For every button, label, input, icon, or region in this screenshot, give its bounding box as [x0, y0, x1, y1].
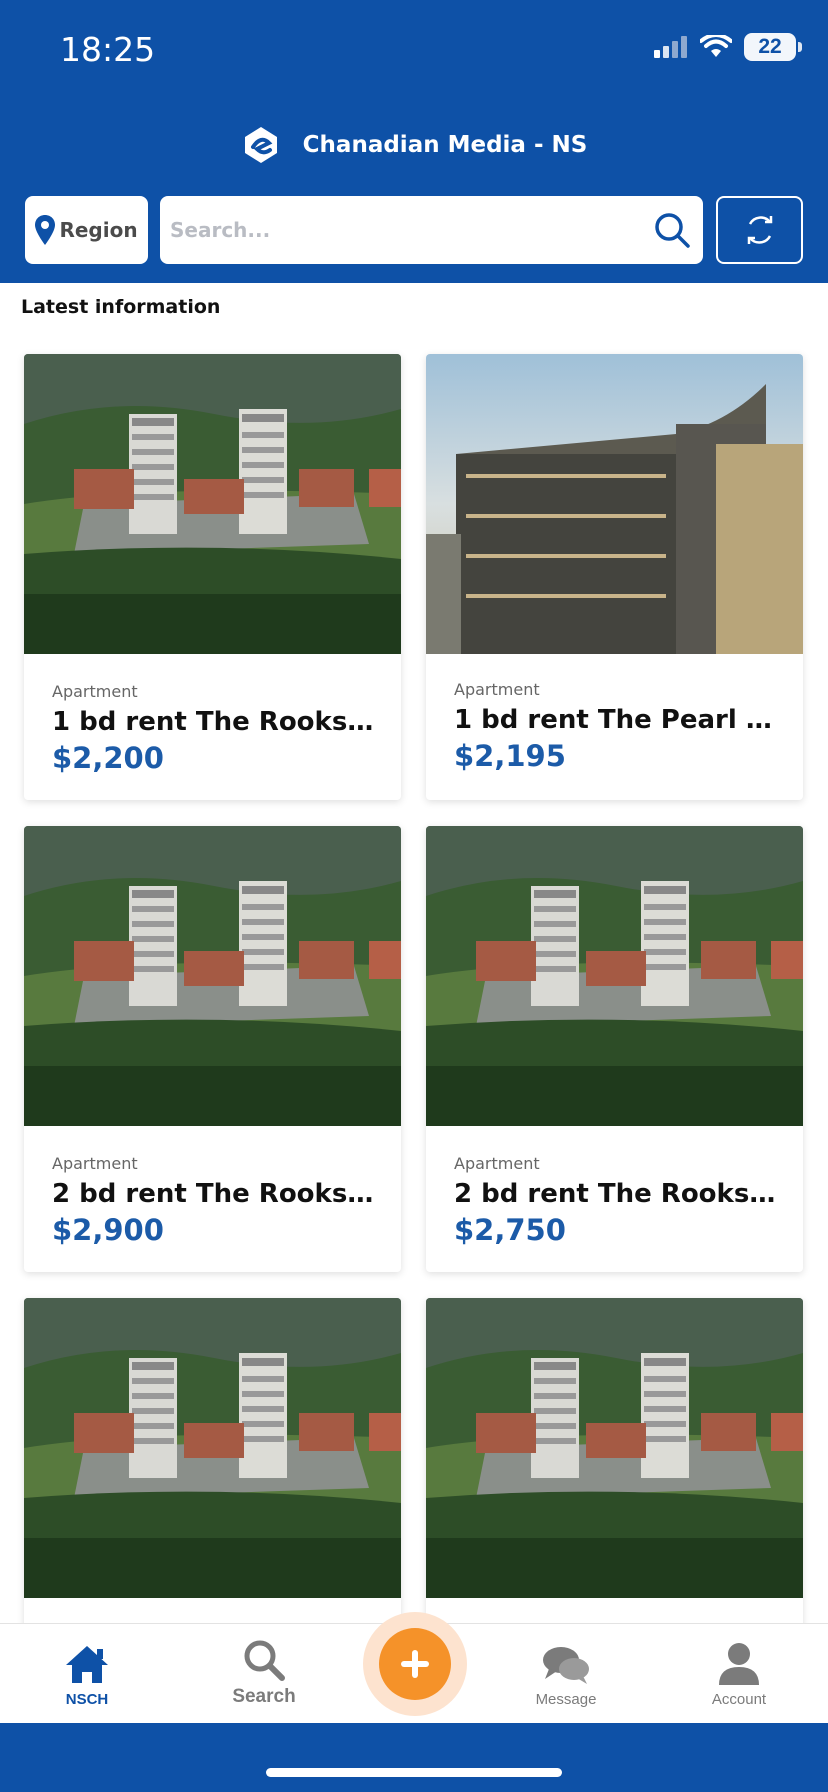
- listing-price: $2,750: [454, 1213, 566, 1247]
- listing-category: Apartment: [52, 682, 138, 701]
- listing-image: [24, 354, 401, 654]
- home-indicator[interactable]: [266, 1768, 562, 1777]
- listing-image: [426, 826, 803, 1126]
- bottom-safe-area: [0, 1723, 828, 1792]
- listing-category: Apartment: [454, 1154, 540, 1173]
- tab-account[interactable]: Account: [669, 1624, 809, 1724]
- listing-price: $2,900: [52, 1213, 164, 1247]
- tab-message-label: Message: [535, 1691, 597, 1708]
- listing-card[interactable]: Apartment 2 bd rent The Rooks of ... $2,…: [24, 826, 401, 1272]
- listing-title: 2 bd rent The Rooks of ...: [454, 1179, 784, 1209]
- add-post-button[interactable]: [363, 1612, 467, 1716]
- app-logo-icon: [244, 127, 277, 163]
- tab-home-label: NSCH: [65, 1691, 109, 1708]
- search-icon: [244, 1640, 285, 1681]
- region-button[interactable]: Region: [25, 196, 148, 264]
- region-label: Region: [59, 218, 138, 242]
- section-title: Latest information: [21, 296, 221, 318]
- listing-image: [426, 1298, 803, 1598]
- app-title-row: Chanadian Media - NS: [0, 120, 828, 170]
- listing-price: $2,195: [454, 739, 566, 773]
- listing-card[interactable]: Apartment 1 bd rent The Rooks of ... $2,…: [24, 354, 401, 800]
- status-time: 18:25: [60, 30, 156, 69]
- app-title: Chanadian Media - NS: [302, 132, 588, 158]
- signal-icon: [654, 36, 687, 58]
- account-icon: [719, 1643, 759, 1685]
- battery-indicator: 22: [744, 33, 802, 61]
- header-bar: 18:25 22 Chanadian Media - NS Region: [0, 0, 828, 283]
- location-pin-icon: [35, 215, 56, 245]
- add-button-circle: [379, 1628, 451, 1700]
- home-icon: [66, 1646, 108, 1683]
- refresh-icon: [747, 216, 772, 244]
- tab-home[interactable]: NSCH: [17, 1624, 157, 1724]
- listing-title: 1 bd rent The Rooks of ...: [52, 707, 382, 737]
- search-box[interactable]: [160, 196, 703, 264]
- search-input[interactable]: [170, 218, 653, 242]
- plus-icon: [401, 1650, 429, 1678]
- listing-category: Apartment: [454, 680, 540, 699]
- refresh-button[interactable]: [716, 196, 803, 264]
- tab-message[interactable]: Message: [496, 1624, 636, 1724]
- status-icons: 22: [654, 33, 802, 61]
- tab-search-label: Search: [232, 1686, 296, 1707]
- listing-category: Apartment: [52, 1154, 138, 1173]
- message-icon: [543, 1647, 589, 1684]
- listing-title: 2 bd rent The Rooks of ...: [52, 1179, 382, 1209]
- listing-image: [24, 826, 401, 1126]
- search-icon[interactable]: [653, 211, 691, 249]
- listing-card[interactable]: Apartment 1 bd rent The Pearl Apar... $2…: [426, 354, 803, 800]
- listing-card[interactable]: Apartment 2 bd rent The Rooks of ... $2,…: [426, 826, 803, 1272]
- tab-search[interactable]: Search: [194, 1624, 334, 1724]
- listing-price: $2,200: [52, 741, 164, 775]
- listing-image: [426, 354, 803, 654]
- wifi-icon: [700, 35, 732, 57]
- tab-account-label: Account: [711, 1691, 767, 1708]
- listing-image: [24, 1298, 401, 1598]
- listing-title: 1 bd rent The Pearl Apar...: [454, 705, 784, 735]
